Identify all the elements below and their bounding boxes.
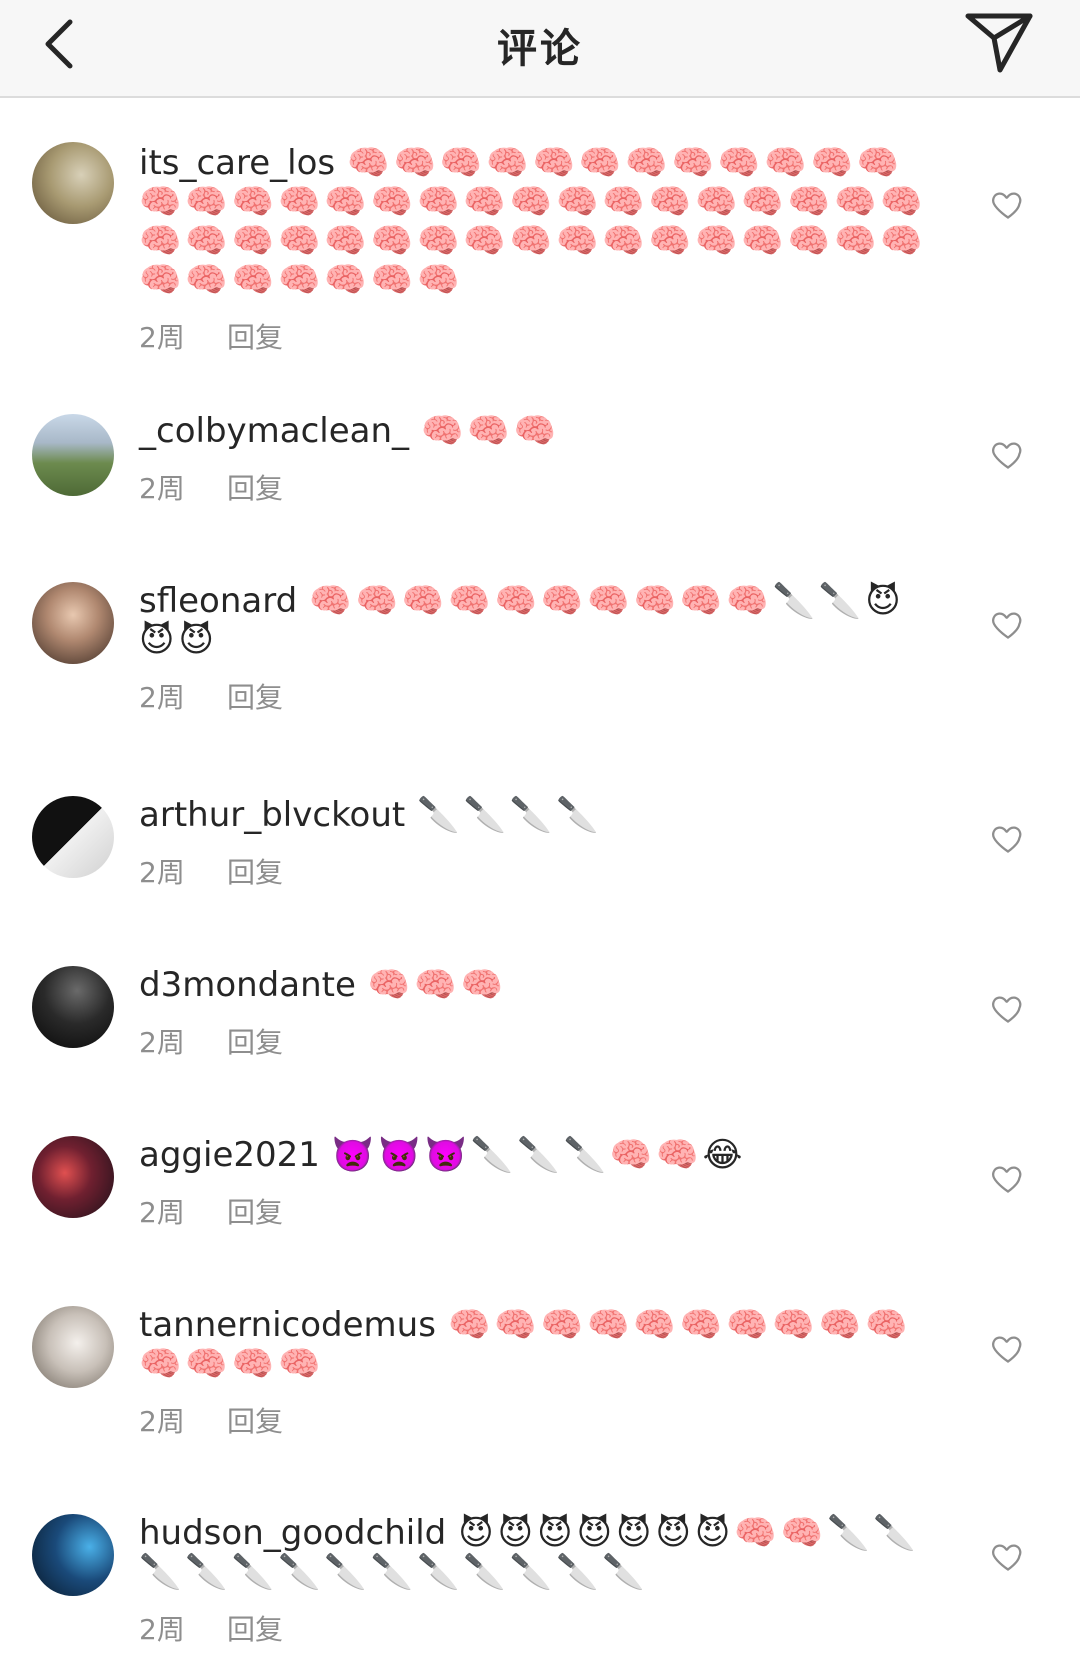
reply-button[interactable]: 回复 <box>227 467 283 507</box>
comment-time: 2周 <box>139 856 185 889</box>
like-heart-icon[interactable] <box>990 606 1026 642</box>
username-link[interactable]: tannernicodemus <box>139 1305 436 1345</box>
like-heart-icon[interactable] <box>990 820 1026 856</box>
comment-emoji-text: 🧠🧠🧠 <box>421 411 561 451</box>
avatar[interactable] <box>32 796 114 878</box>
share-button[interactable] <box>964 12 1034 74</box>
comment-meta: 2周 回复 <box>139 1608 939 1646</box>
username-link[interactable]: aggie2021 <box>139 1135 320 1175</box>
username-link[interactable]: d3mondante <box>139 965 356 1005</box>
comment-time: 2周 <box>139 321 185 354</box>
like-heart-icon[interactable] <box>990 1160 1026 1196</box>
username-link[interactable]: arthur_blvckout <box>139 795 405 835</box>
comment-emoji-text: 👿👿👿🔪🔪🔪🧠🧠😂 <box>331 1135 747 1175</box>
comment-time: 2周 <box>139 1613 185 1646</box>
username-link[interactable]: _colbymaclean_ <box>139 411 409 451</box>
avatar[interactable] <box>32 1136 114 1218</box>
comment-time: 2周 <box>139 1405 185 1438</box>
reply-button[interactable]: 回复 <box>227 1191 283 1231</box>
comment-emoji-text: 🧠🧠🧠 <box>367 965 507 1005</box>
like-heart-icon[interactable] <box>990 186 1026 222</box>
comment-meta: 2周 回复 <box>139 1400 939 1438</box>
comment-text: sfleonard 🧠🧠🧠🧠🧠🧠🧠🧠🧠🧠🔪🔪😈😈😈 <box>139 582 939 660</box>
comment-time: 2周 <box>139 472 185 505</box>
avatar[interactable] <box>32 1306 114 1388</box>
paper-plane-icon <box>965 13 1033 73</box>
reply-button[interactable]: 回复 <box>227 1400 283 1440</box>
username-link[interactable]: hudson_goodchild <box>139 1513 446 1553</box>
comment-meta: 2周 回复 <box>139 1191 939 1229</box>
comment-time: 2周 <box>139 1196 185 1229</box>
username-link[interactable]: sfleonard <box>139 581 297 621</box>
comment-time: 2周 <box>139 1026 185 1059</box>
comment-text: its_care_los 🧠🧠🧠🧠🧠🧠🧠🧠🧠🧠🧠🧠🧠🧠🧠🧠🧠🧠🧠🧠🧠🧠🧠🧠🧠🧠🧠🧠… <box>139 144 939 300</box>
comment-text: d3mondante 🧠🧠🧠 <box>139 966 939 1005</box>
comment-meta: 2周 回复 <box>139 676 939 714</box>
avatar[interactable] <box>32 1514 114 1596</box>
avatar[interactable] <box>32 414 114 496</box>
avatar[interactable] <box>32 966 114 1048</box>
reply-button[interactable]: 回复 <box>227 1608 283 1648</box>
reply-button[interactable]: 回复 <box>227 676 283 716</box>
like-heart-icon[interactable] <box>990 1538 1026 1574</box>
header-bar: 评论 <box>0 0 1080 98</box>
comment-text: aggie2021 👿👿👿🔪🔪🔪🧠🧠😂 <box>139 1136 939 1175</box>
comments-screen: 评论 its_care_los 🧠🧠🧠🧠🧠🧠🧠🧠🧠🧠🧠🧠🧠🧠🧠🧠🧠🧠🧠🧠🧠🧠🧠🧠🧠… <box>0 0 1080 1672</box>
comment-meta: 2周 回复 <box>139 851 939 889</box>
like-heart-icon[interactable] <box>990 1330 1026 1366</box>
reply-button[interactable]: 回复 <box>227 1021 283 1061</box>
comment-text: tannernicodemus 🧠🧠🧠🧠🧠🧠🧠🧠🧠🧠🧠🧠🧠🧠 <box>139 1306 939 1384</box>
comment-text: arthur_blvckout 🔪🔪🔪🔪 <box>139 796 939 835</box>
reply-button[interactable]: 回复 <box>227 851 283 891</box>
like-heart-icon[interactable] <box>990 990 1026 1026</box>
username-link[interactable]: its_care_los <box>139 143 335 183</box>
avatar[interactable] <box>32 142 114 224</box>
comment-emoji-text: 🔪🔪🔪🔪 <box>417 795 603 835</box>
comment-time: 2周 <box>139 681 185 714</box>
avatar[interactable] <box>32 582 114 664</box>
comment-text: hudson_goodchild 😈😈😈😈😈😈😈🧠🧠🔪🔪🔪🔪🔪🔪🔪🔪🔪🔪🔪🔪🔪 <box>139 1514 939 1592</box>
page-title: 评论 <box>497 26 583 72</box>
like-heart-icon[interactable] <box>990 436 1026 472</box>
reply-button[interactable]: 回复 <box>227 316 283 356</box>
comment-meta: 2周 回复 <box>139 467 939 505</box>
comment-text: _colbymaclean_ 🧠🧠🧠 <box>139 412 939 451</box>
comment-meta: 2周 回复 <box>139 316 939 354</box>
comment-meta: 2周 回复 <box>139 1021 939 1059</box>
